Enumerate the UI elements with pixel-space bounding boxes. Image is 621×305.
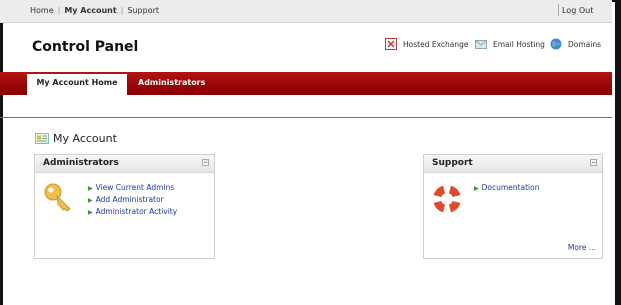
window-right-border <box>615 0 621 305</box>
minimize-icon[interactable] <box>202 159 209 166</box>
exchange-icon <box>385 38 397 50</box>
link-administrator-activity[interactable]: ▶ Administrator Activity <box>88 206 177 218</box>
key-icon <box>44 183 74 217</box>
envelope-icon <box>475 38 487 50</box>
bullet-arrow-icon: ▶ <box>88 185 93 192</box>
administrators-panel-title: Administrators <box>43 158 119 168</box>
lifebuoy-icon <box>431 183 463 219</box>
support-panel-title: Support <box>432 158 473 168</box>
support-panel: Support ▶ Documentation More ... <box>423 154 603 259</box>
hosted-exchange-label: Hosted Exchange <box>403 39 469 49</box>
administrators-panel: Administrators ▶ View Current Admins ▶ Add… <box>34 154 215 259</box>
bullet-arrow-icon: ▶ <box>88 209 93 216</box>
link-documentation[interactable]: ▶ Documentation <box>474 182 539 194</box>
administrators-panel-header: Administrators <box>35 155 214 173</box>
domains-link[interactable]: Domains <box>550 38 601 50</box>
support-panel-header: Support <box>424 155 602 173</box>
nav-separator: | <box>57 6 61 15</box>
minimize-icon[interactable] <box>590 159 597 166</box>
nav-home-link[interactable]: Home <box>30 6 54 15</box>
support-links: ▶ Documentation <box>474 182 539 194</box>
globe-icon <box>550 38 562 50</box>
top-navigation-bar: Home | My Account | Support Log Out <box>0 0 612 23</box>
top-links: Home | My Account | Support <box>30 6 159 15</box>
link-add-administrator[interactable]: ▶ Add Administrator <box>88 194 177 206</box>
email-hosting-link[interactable]: Email Hosting <box>475 38 545 50</box>
logout-divider <box>558 4 559 16</box>
logout-link[interactable]: Log Out <box>562 6 593 15</box>
tab-my-account-home[interactable]: My Account Home <box>27 74 127 95</box>
nav-separator: | <box>120 6 124 15</box>
domains-label: Domains <box>568 39 602 49</box>
page-title: Control Panel <box>32 39 139 55</box>
bullet-arrow-icon: ▶ <box>88 197 93 204</box>
content-divider <box>0 117 612 118</box>
section-heading-label: My Account <box>53 132 117 145</box>
bullet-arrow-icon: ▶ <box>474 185 479 192</box>
administrators-links: ▶ View Current Admins ▶ Add Administrator … <box>88 182 177 218</box>
account-card-icon <box>35 133 49 144</box>
tab-administrators[interactable]: Administrators <box>138 78 205 87</box>
hosted-exchange-link[interactable]: Hosted Exchange <box>385 38 468 50</box>
email-hosting-label: Email Hosting <box>493 39 545 49</box>
nav-my-account-link[interactable]: My Account <box>64 6 116 15</box>
nav-support-link[interactable]: Support <box>127 6 159 15</box>
section-heading: My Account <box>35 132 117 145</box>
support-more-link[interactable]: More ... <box>568 243 596 252</box>
link-view-current-admins[interactable]: ▶ View Current Admins <box>88 182 177 194</box>
